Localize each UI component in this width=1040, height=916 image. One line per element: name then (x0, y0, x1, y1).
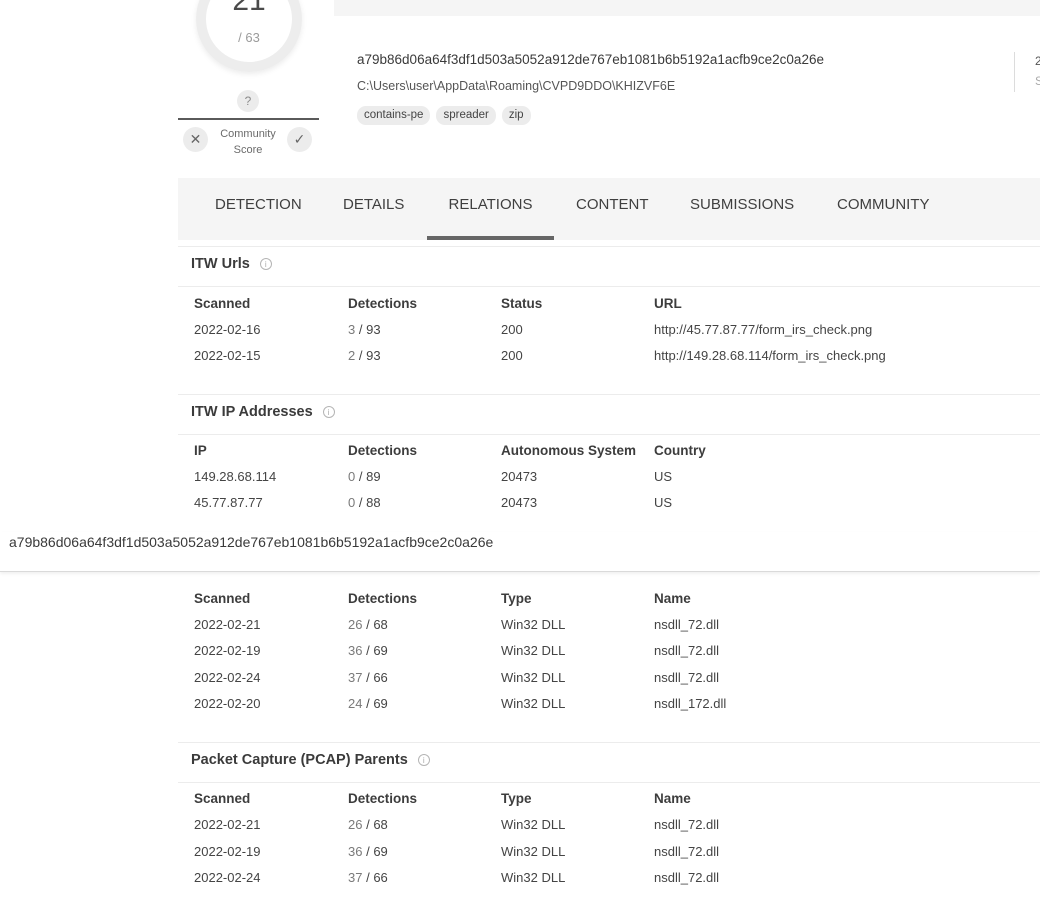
vote-harmless-button[interactable]: ✓ (287, 127, 312, 152)
sticky-file-hash[interactable]: a79b86d06a64f3df1d503a5052a912de767eb108… (9, 534, 493, 550)
file-name-link[interactable]: nsdll_72.dll (654, 870, 719, 885)
report-tabs: DETECTION DETAILS RELATIONS CONTENT SUBM… (178, 178, 1040, 240)
header-banner (334, 0, 1040, 16)
detection-score-gauge: 21 / 63 (196, 0, 302, 72)
file-name-link[interactable]: nsdll_72.dll (654, 617, 719, 632)
divider (178, 782, 1040, 783)
file-name-link[interactable]: nsdll_72.dll (654, 817, 719, 832)
tag-spreader[interactable]: spreader (436, 106, 496, 125)
gauge-center: 21 / 63 (206, 0, 292, 62)
file-name-link[interactable]: nsdll_72.dll (654, 670, 719, 685)
file-name-link[interactable]: nsdll_72.dll (654, 844, 719, 859)
divider (178, 742, 1040, 743)
vote-harmful-button[interactable]: ✕ (183, 127, 208, 152)
url-link[interactable]: http://45.77.87.77/form_irs_check.png (654, 322, 872, 337)
detection-positives: 21 (232, 0, 266, 17)
community-score-label: Community Score (220, 128, 276, 156)
side-info-fragment-sub: S (1035, 74, 1040, 88)
section-itw-urls-title: ITW Urls i (191, 256, 272, 272)
divider (178, 394, 1040, 395)
community-score-bar (178, 118, 319, 120)
section-pcap-parents-title: Packet Capture (PCAP) Parents i (191, 752, 430, 768)
url-link[interactable]: http://149.28.68.114/form_irs_check.png (654, 348, 886, 363)
sticky-file-header: a79b86d06a64f3df1d503a5052a912de767eb108… (0, 532, 1040, 572)
tab-relations[interactable]: RELATIONS (427, 178, 554, 240)
tab-submissions[interactable]: SUBMISSIONS (690, 178, 794, 240)
ip-link[interactable]: 149.28.68.114 (194, 469, 276, 484)
file-hash[interactable]: a79b86d06a64f3df1d503a5052a912de767eb108… (357, 52, 824, 67)
community-score: ? ✕ Community Score ✓ (178, 90, 319, 156)
file-name-link[interactable]: nsdll_172.dll (654, 696, 726, 711)
section-itw-ips-title: ITW IP Addresses i (191, 404, 335, 420)
tab-detection[interactable]: DETECTION (215, 178, 302, 240)
divider (178, 286, 1040, 287)
file-tags: contains-pe spreader zip (357, 106, 531, 125)
side-divider (1014, 52, 1015, 92)
tag-contains-pe[interactable]: contains-pe (357, 106, 431, 125)
info-icon[interactable]: i (322, 406, 335, 418)
tab-details[interactable]: DETAILS (343, 178, 404, 240)
question-icon: ? (237, 90, 259, 112)
detection-total: / 63 (238, 30, 260, 45)
info-icon[interactable]: i (259, 258, 272, 270)
file-name-link[interactable]: nsdll_72.dll (654, 643, 719, 658)
divider (178, 246, 1040, 247)
file-path: C:\Users\user\AppData\Roaming\CVPD9DDO\K… (357, 79, 676, 93)
divider (178, 434, 1040, 435)
ip-link[interactable]: 45.77.87.77 (194, 495, 263, 510)
tab-community[interactable]: COMMUNITY (837, 178, 930, 240)
tag-zip[interactable]: zip (501, 106, 531, 125)
info-icon[interactable]: i (417, 754, 430, 766)
tab-content[interactable]: CONTENT (576, 178, 649, 240)
side-info-fragment: 2 (1035, 54, 1040, 68)
